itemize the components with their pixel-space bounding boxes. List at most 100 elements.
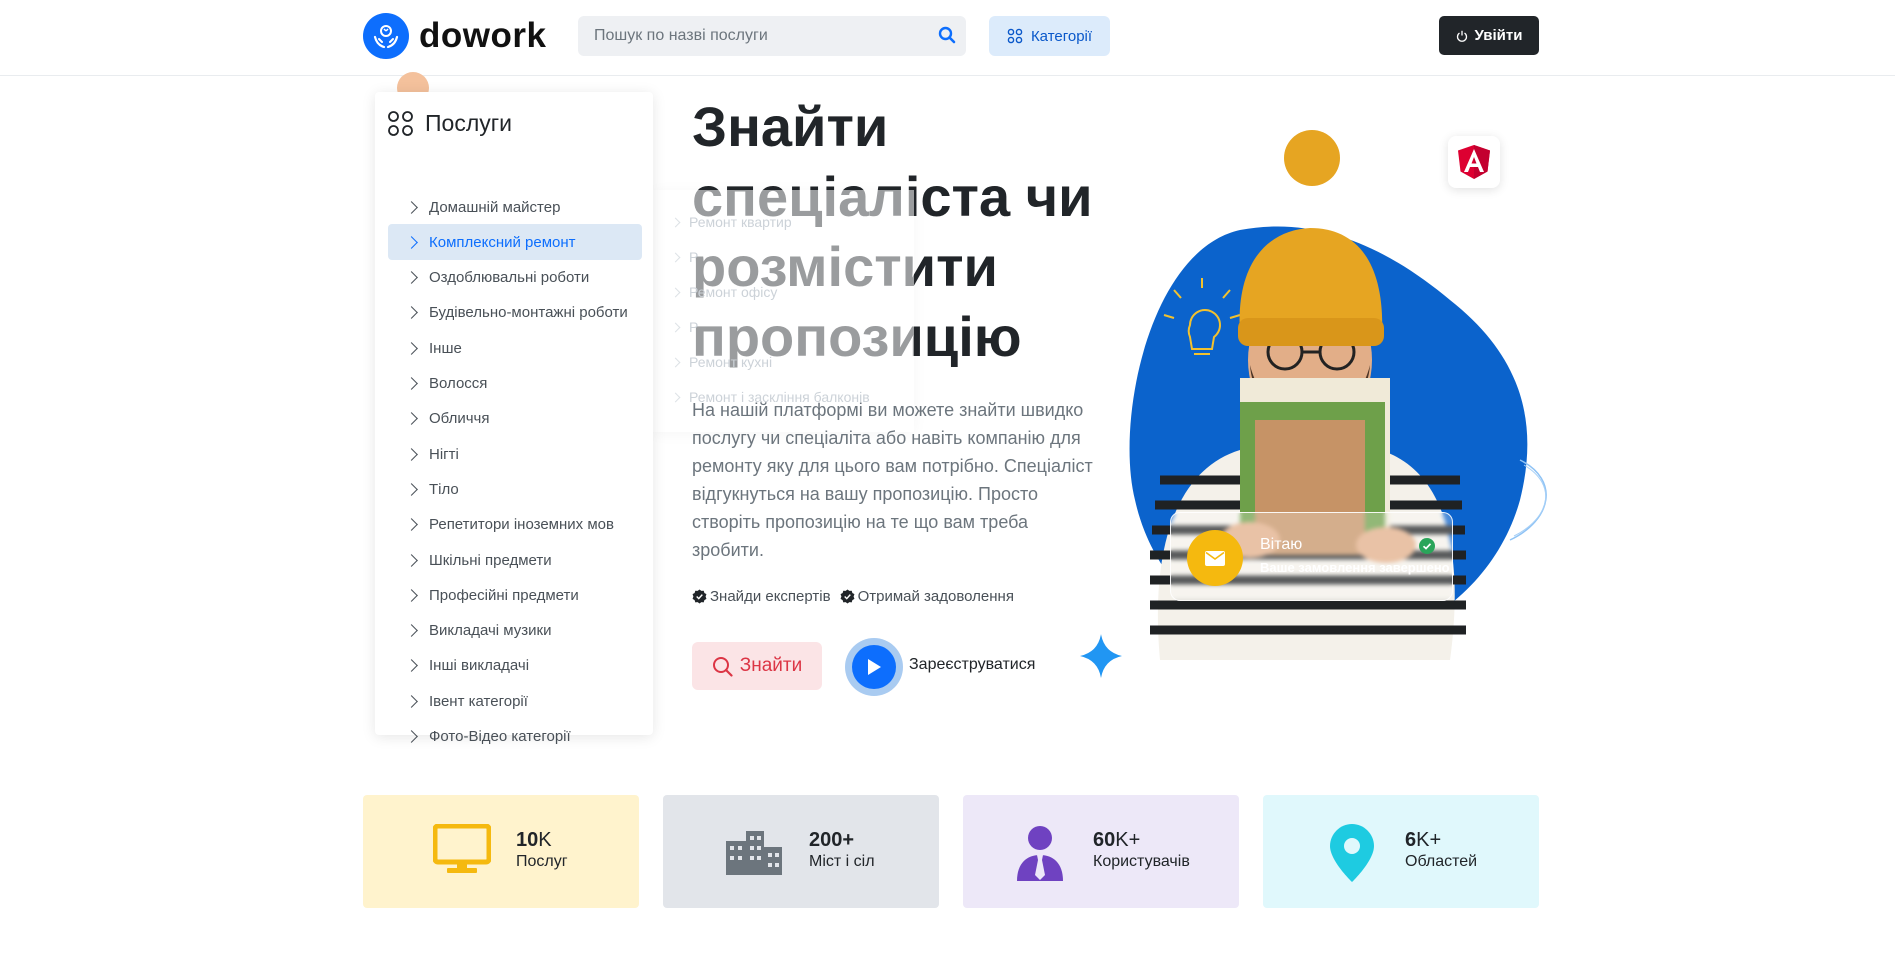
service-item-label: Репетитори іноземних мов [429, 516, 614, 534]
submenu-item[interactable]: Ремонт квартир [670, 214, 792, 230]
check-circle-icon [1419, 538, 1435, 554]
grid-icon [1007, 28, 1023, 44]
services-title: Послуги [425, 110, 512, 136]
chevron-right-icon [405, 377, 418, 390]
service-item[interactable]: Фото-Відео категорії [388, 719, 642, 755]
chevron-right-icon [405, 271, 418, 284]
service-item-label: Волосся [429, 375, 488, 392]
chevron-right-icon [405, 553, 418, 567]
service-item[interactable]: Комплексний ремонт [388, 224, 642, 261]
categories-button[interactable]: Категорії [989, 16, 1110, 56]
submenu-item[interactable]: Ремонт кухні [670, 354, 772, 370]
service-item[interactable]: Інше [388, 330, 642, 366]
stat-number: 60K+ [1093, 829, 1141, 851]
stat-card-cities: 200+ Міст і сіл [663, 795, 939, 908]
service-item[interactable]: Домашній майстер [388, 189, 642, 225]
categories-label: Категорії [1030, 27, 1093, 45]
service-item-label: Інші викладачі [429, 657, 530, 675]
service-item[interactable]: Будівельно-монтажні роботи [388, 295, 642, 331]
stat-number: 6K+ [1405, 829, 1442, 851]
hero-checks: Знайди експертів Отримай задоволення [692, 588, 1023, 605]
envelope-icon [1187, 530, 1243, 586]
service-item[interactable]: Обличчя [388, 401, 642, 437]
chevron-right-icon [405, 694, 418, 708]
power-icon [1456, 30, 1467, 42]
play-button[interactable] [845, 638, 903, 696]
service-item[interactable]: Івент категорії [388, 683, 642, 719]
user-tie-icon [1017, 826, 1063, 881]
login-button[interactable]: Увійти [1439, 16, 1539, 55]
service-item[interactable]: Тіло [388, 471, 642, 507]
chevron-right-icon [670, 217, 681, 227]
service-item[interactable]: Волосся [388, 366, 642, 402]
chevron-right-icon [405, 341, 418, 355]
submenu-item[interactable]: Ремонт офісу [670, 284, 777, 300]
check-find-experts: Знайди експертів [692, 588, 831, 605]
service-item-label: Інше [429, 339, 462, 357]
monitor-icon [433, 824, 491, 873]
location-pin-icon [1330, 824, 1374, 882]
service-item-label: Будівельно-монтажні роботи [429, 304, 628, 322]
stat-label: Користувачів [1093, 853, 1190, 870]
submenu-item[interactable]: Р [670, 319, 698, 335]
chevron-right-icon [670, 322, 681, 332]
chevron-right-icon [405, 730, 418, 743]
stat-label: Областей [1405, 853, 1478, 870]
service-item[interactable]: Оздоблювальні роботи [388, 260, 642, 296]
service-item-label: Фото-Відео категорії [429, 728, 571, 745]
stat-number: 10K [516, 829, 552, 851]
search-bar [578, 16, 966, 56]
service-item-label: Івент категорії [429, 692, 528, 710]
brand-name: dowork [419, 16, 547, 55]
services-menu: Послуги Домашній майстер Комплексний ремо… [375, 92, 653, 745]
service-item-label: Обличчя [429, 410, 490, 428]
service-item-label: Комплексний ремонт [429, 233, 576, 251]
city-icon [726, 831, 782, 875]
stat-card-services: 10K Послуг [363, 795, 639, 908]
chevron-right-icon [405, 518, 418, 532]
chevron-right-icon [405, 235, 418, 249]
service-item-label: Тіло [429, 480, 459, 498]
stat-number: 200+ [809, 829, 855, 851]
service-item[interactable]: Викладачі музики [388, 613, 642, 649]
hands-heart-logo-icon [363, 13, 409, 59]
search-icon[interactable] [938, 26, 958, 46]
chevron-right-icon [670, 392, 681, 402]
chevron-right-icon [405, 659, 418, 673]
angular-logo-icon [1448, 136, 1500, 188]
services-header: Послуги [387, 110, 512, 137]
service-item-label: Домашній майстер [429, 198, 561, 216]
stat-label: Міст і сіл [809, 853, 875, 870]
verified-badge-icon [840, 589, 855, 604]
login-label: Увійти [1474, 27, 1523, 44]
chevron-right-icon [405, 447, 418, 461]
notification-subtitle: Ваше замовлення завершено [1260, 560, 1450, 575]
stat-card-regions: 6K+ Областей [1263, 795, 1539, 908]
service-item[interactable]: Професійні предмети [388, 577, 642, 613]
grid-icon [388, 111, 413, 136]
chevron-right-icon [670, 252, 681, 262]
service-item-label: Викладачі музики [429, 622, 552, 640]
brand-logo[interactable]: dowork [363, 13, 546, 59]
chevron-right-icon [670, 357, 681, 367]
find-button[interactable]: Знайти [692, 642, 822, 690]
service-item[interactable]: Шкільні предмети [388, 542, 642, 578]
service-item[interactable]: Репетитори іноземних мов [388, 507, 642, 543]
chevron-right-icon [670, 287, 681, 297]
search-input[interactable] [594, 27, 924, 45]
notification-title: Вітаю [1260, 536, 1303, 553]
submenu-item[interactable]: Р [670, 249, 698, 265]
chevron-right-icon [405, 200, 418, 214]
top-navbar: dowork Категорії Увійти [0, 0, 1895, 76]
service-item-label: Шкільні предмети [429, 551, 552, 569]
service-item[interactable]: Інші викладачі [388, 648, 642, 684]
service-item[interactable]: Нігті [388, 436, 642, 472]
chevron-right-icon [405, 483, 418, 496]
check-get-satisfaction: Отримай задоволення [840, 588, 1014, 605]
hero-description: На нашій платформі ви можете знайти швид… [692, 400, 1093, 560]
play-icon [852, 645, 896, 689]
register-link[interactable]: Зареєструватися [909, 656, 1035, 674]
chevron-right-icon [405, 306, 418, 320]
verified-badge-icon [692, 589, 707, 604]
stat-label: Послуг [516, 853, 568, 870]
